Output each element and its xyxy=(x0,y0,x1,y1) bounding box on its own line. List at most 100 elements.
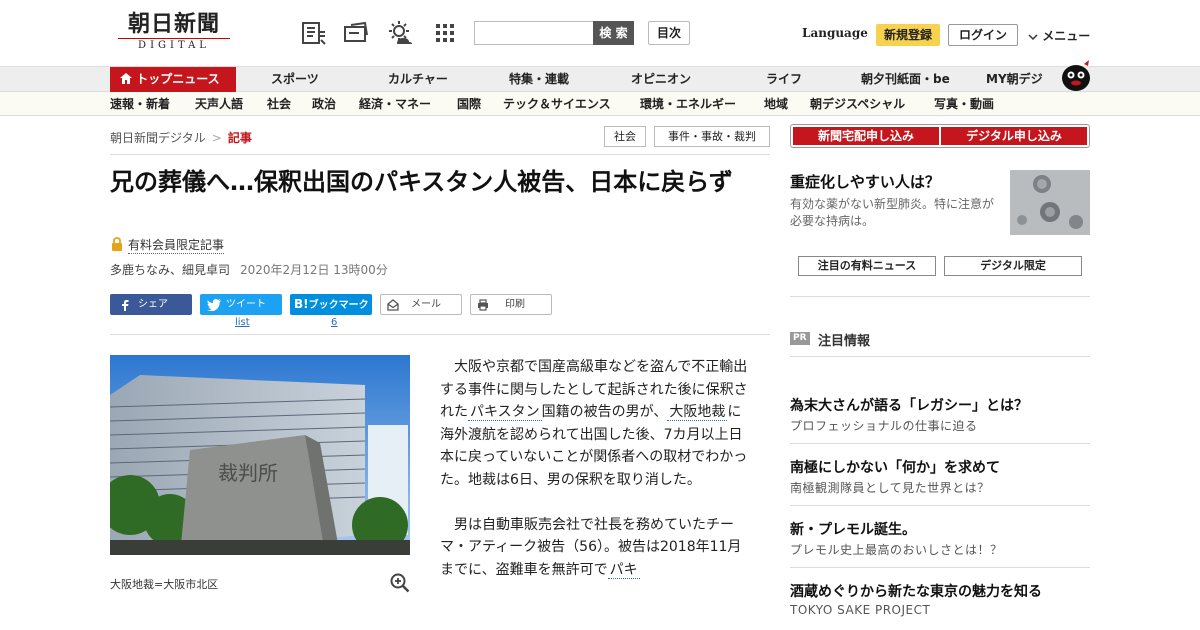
article-photo[interactable]: 裁判所 xyxy=(110,355,410,555)
nav-my-asahi[interactable]: MY朝デジ xyxy=(986,67,1043,92)
divider xyxy=(110,154,770,155)
nav2-international[interactable]: 国際 xyxy=(457,92,481,115)
nav2-photo[interactable]: 写真・動画 xyxy=(934,92,994,115)
keyword-link-osaka-court[interactable]: 大阪地裁 xyxy=(667,404,728,422)
logo-main-text: 朝日新聞 xyxy=(127,11,220,37)
nav-life[interactable]: ライフ xyxy=(766,67,802,92)
members-only-link[interactable]: 有料会員限定記事 xyxy=(128,236,225,254)
tab-digital-only[interactable]: デジタル限定 xyxy=(944,256,1082,276)
mail-share-label: メール xyxy=(411,299,441,310)
paragraph: 大阪や京都で国産高級車などを盗んで不正輸出する事件に関与したとして起訴された後に… xyxy=(440,356,750,492)
search-input[interactable] xyxy=(474,21,594,45)
home-icon xyxy=(120,73,132,84)
publish-date: 2020年2月12日 13時00分 xyxy=(240,263,388,277)
breadcrumb-current: 記事 xyxy=(227,131,252,145)
breadcrumb: 朝日新聞デジタル > 記事 xyxy=(110,129,252,146)
hatena-count-link[interactable]: 6 xyxy=(331,317,337,328)
toc-button[interactable]: 目次 xyxy=(648,21,690,45)
login-button[interactable]: ログイン xyxy=(948,24,1018,46)
nav2-environment[interactable]: 環境・エネルギー xyxy=(640,92,736,115)
subscribe-box: 新聞宅配申し込み デジタル申し込み xyxy=(790,124,1090,148)
tag-incident[interactable]: 事件・事故・裁判 xyxy=(654,126,770,147)
nav-culture[interactable]: カルチャー xyxy=(388,67,448,92)
nav-features[interactable]: 特集・連載 xyxy=(509,67,569,92)
newspaper-icon[interactable] xyxy=(301,20,327,46)
pr-badge: PR xyxy=(790,332,810,345)
ad-sub-4: TOKYO SAKE PROJECT xyxy=(790,603,931,617)
ad-sub-2: 南極観測隊員として見た世界とは？ xyxy=(790,481,990,495)
plaque-engraving: 裁判所 xyxy=(218,461,278,485)
divider xyxy=(790,296,1090,297)
site-header: 朝日新聞 DIGITAL 検 索 目次 Language 新規登録 ログイン メ… xyxy=(0,0,1200,66)
site-logo[interactable]: 朝日新聞 DIGITAL xyxy=(118,12,230,52)
tag-society[interactable]: 社会 xyxy=(604,126,646,147)
feature-title[interactable]: 重症化しやすい人は？ xyxy=(790,171,940,192)
virus-image xyxy=(1010,170,1090,235)
nav-sports[interactable]: スポーツ xyxy=(271,67,319,92)
divider xyxy=(790,443,1090,444)
divider xyxy=(790,567,1090,568)
ad-title-4[interactable]: 酒蔵めぐりから新たな東京の魅力を知る xyxy=(790,581,1042,601)
language-link[interactable]: Language xyxy=(802,26,868,40)
feature-thumbnail[interactable] xyxy=(1010,170,1090,235)
mascot-icon[interactable] xyxy=(1058,58,1092,92)
byline: 多鹿ちなみ、細見卓司 2020年2月12日 13時00分 xyxy=(110,261,388,278)
signup-button[interactable]: 新規登録 xyxy=(876,24,940,46)
nav2-special[interactable]: 朝デジスペシャル xyxy=(810,92,905,115)
print-button[interactable]: 印刷 xyxy=(470,294,552,315)
ad-sub-1: プロフェッショナルの仕事に迫る xyxy=(790,419,978,433)
subscribe-paper-button[interactable]: 新聞宅配申し込み xyxy=(793,127,939,145)
paragraph-text: 男は自動車販売会社で社長を務めていたチーマ・アティーク被告（56）。被告は201… xyxy=(440,516,742,578)
feature-subtitle: 有効な薬がない新型肺炎。特に注意が必要な持病は。 xyxy=(790,197,995,228)
nav2-latest[interactable]: 速報・新着 xyxy=(110,92,170,115)
keyword-link-pakistan[interactable]: パキ xyxy=(607,561,640,579)
subscribe-digital-button[interactable]: デジタル申し込み xyxy=(941,127,1087,145)
secondary-nav: 速報・新着 天声人語 社会 政治 経済・マネー 国際 テック＆サイエンス 環境・… xyxy=(0,92,1200,116)
nav-top-news-label: トップニュース xyxy=(136,72,220,86)
courthouse-photo: 裁判所 xyxy=(110,355,410,555)
keyword-link-pakistan[interactable]: パキスタン xyxy=(468,404,542,422)
twitter-share-button[interactable]: ツイート xyxy=(200,294,282,315)
nav2-tensei[interactable]: 天声人語 xyxy=(195,92,243,115)
twitter-count-link[interactable]: list xyxy=(235,317,250,328)
nav2-society[interactable]: 社会 xyxy=(267,92,291,115)
grid-icon[interactable] xyxy=(432,20,458,46)
breadcrumb-separator: > xyxy=(211,131,222,145)
ad-title-3[interactable]: 新・プレモル誕生。 xyxy=(790,519,916,539)
hatena-bookmark-button[interactable]: B!ブックマーク xyxy=(290,294,372,315)
nav-opinion[interactable]: オピニオン xyxy=(631,67,691,92)
ticket-icon[interactable] xyxy=(343,20,369,46)
article-title: 兄の葬儀へ…保釈出国のパキスタン人被告、日本に戻らず xyxy=(110,168,733,196)
divider xyxy=(790,356,1090,357)
article-body: 大阪や京都で国産高級車などを盗んで不正輸出する事件に関与したとして起訴された後に… xyxy=(440,356,750,603)
authors: 多鹿ちなみ、細見卓司 xyxy=(110,263,231,277)
facebook-icon xyxy=(122,300,129,311)
twitter-share-label: ツイート xyxy=(226,299,266,310)
paragraph: 男は自動車販売会社で社長を務めていたチーマ・アティーク被告（56）。被告は201… xyxy=(440,514,750,582)
hatena-icon: B! xyxy=(294,297,309,311)
tab-premium-news[interactable]: 注目の有料ニュース xyxy=(798,256,936,276)
print-label: 印刷 xyxy=(505,299,525,310)
nav2-politics[interactable]: 政治 xyxy=(312,92,336,115)
facebook-share-button[interactable]: シェア xyxy=(110,294,192,315)
nav2-tech[interactable]: テック＆サイエンス xyxy=(503,92,611,115)
paragraph-text: 国籍の被告の男が、 xyxy=(541,404,668,421)
chevron-down-icon xyxy=(1028,33,1038,40)
nav2-economy[interactable]: 経済・マネー xyxy=(359,92,431,115)
nav2-region[interactable]: 地域 xyxy=(764,92,788,115)
pr-section-title: 注目情報 xyxy=(818,334,871,349)
weather-icon[interactable] xyxy=(387,20,413,46)
zoom-icon[interactable] xyxy=(390,573,410,593)
menu-label: メニュー xyxy=(1042,29,1091,43)
breadcrumb-root[interactable]: 朝日新聞デジタル xyxy=(110,131,206,145)
search-button[interactable]: 検 索 xyxy=(593,21,634,45)
facebook-share-label: シェア xyxy=(138,299,168,310)
print-icon xyxy=(478,299,488,311)
menu-button[interactable]: メニュー xyxy=(1028,27,1090,44)
ad-sub-3: プレモル史上最高のおいしさとは！？ xyxy=(790,543,1003,557)
mail-share-button[interactable]: メール xyxy=(380,294,462,315)
nav-top-news[interactable]: トップニュース xyxy=(110,67,236,92)
nav-paper[interactable]: 朝夕刊紙面・be xyxy=(861,67,950,92)
ad-title-2[interactable]: 南極にしかない「何か」を求めて xyxy=(790,457,1000,477)
ad-title-1[interactable]: 為末大さんが語る「レガシー」とは？ xyxy=(790,395,1028,415)
